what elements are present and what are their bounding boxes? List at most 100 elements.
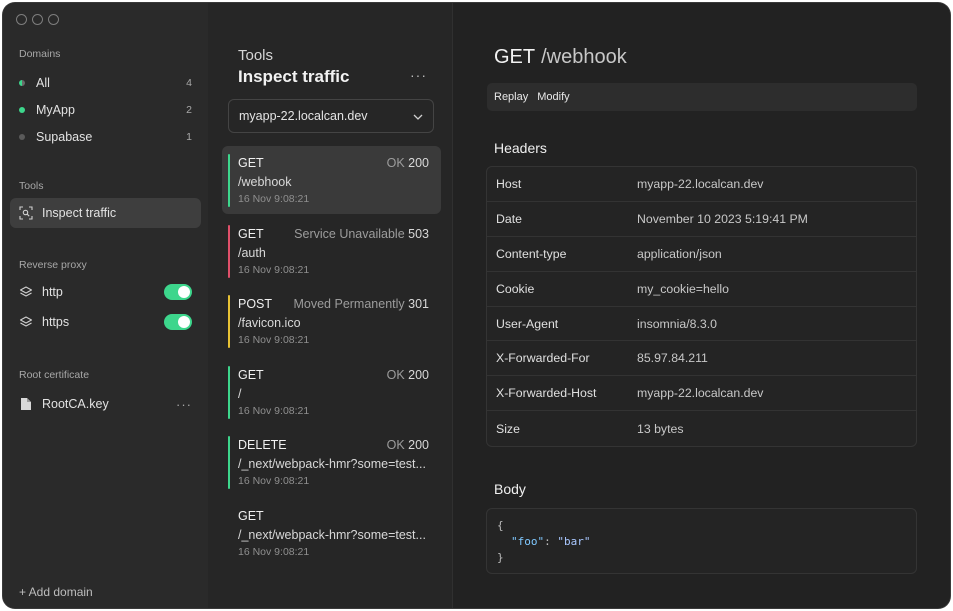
request-status: Service Unavailable 503 <box>294 227 429 241</box>
close-window-button[interactable] <box>16 14 27 25</box>
request-path: / <box>238 387 242 401</box>
header-value: 85.97.84.211 <box>637 351 708 366</box>
request-status: OK 200 <box>386 368 429 382</box>
https-toggle[interactable] <box>164 314 192 330</box>
table-row: Date November 10 2023 5:19:41 PM <box>487 202 916 237</box>
request-time: 16 Nov 9:08:21 <box>238 334 310 346</box>
domain-count: 4 <box>186 77 192 89</box>
reverse-proxy-section-title: Reverse proxy <box>19 259 87 271</box>
status-dot-icon <box>19 134 25 140</box>
status-bar <box>228 154 230 207</box>
domain-select[interactable]: myapp-22.localcan.dev <box>228 99 434 133</box>
cert-more-button[interactable]: ··· <box>176 397 192 412</box>
table-row: X-Forwarded-Host myapp-22.localcan.dev <box>487 376 916 412</box>
modify-button[interactable]: Modify <box>537 91 569 103</box>
layers-icon <box>19 315 33 329</box>
domain-count: 2 <box>186 104 192 116</box>
header-key: X-Forwarded-For <box>496 351 590 366</box>
sidebar-item-rootca[interactable]: RootCA.key ··· <box>10 390 201 418</box>
sidebar-item-label: Inspect traffic <box>42 206 117 220</box>
request-item[interactable]: POST Moved Permanently 301 /favicon.ico … <box>222 287 441 355</box>
request-item[interactable]: DELETE OK 200 /_next/webpack-hmr?some=te… <box>222 428 441 496</box>
sidebar-item-label: MyApp <box>36 103 75 117</box>
body-close-brace: } <box>497 551 504 564</box>
status-bar <box>228 295 230 348</box>
sidebar: Domains All 4 MyApp 2 Supabase 1 Tools I… <box>3 3 208 608</box>
header-key: Content-type <box>496 246 567 261</box>
tools-section-title: Tools <box>19 180 44 192</box>
request-time: 16 Nov 9:08:21 <box>238 264 310 276</box>
sidebar-item-http[interactable]: http <box>10 278 201 306</box>
domain-select-value: myapp-22.localcan.dev <box>239 109 368 123</box>
replay-button[interactable]: Replay <box>494 91 528 103</box>
header-value: 13 bytes <box>637 421 684 436</box>
body-value: "bar" <box>557 535 591 548</box>
request-list-panel: Tools Inspect traffic ··· myapp-22.local… <box>208 3 453 608</box>
panel-subtitle: Tools <box>238 47 274 64</box>
body-viewer[interactable]: { "foo": "bar" } <box>486 508 917 574</box>
body-key: "foo" <box>511 535 545 548</box>
request-item[interactable]: GET /_next/webpack-hmr?some=test... 16 N… <box>222 499 441 567</box>
headers-table: Host myapp-22.localcan.dev Date November 1… <box>486 166 917 448</box>
header-key: Cookie <box>496 281 535 296</box>
http-toggle[interactable] <box>164 284 192 300</box>
header-value: November 10 2023 5:19:41 PM <box>637 211 808 226</box>
sidebar-item-inspect-traffic[interactable]: Inspect traffic <box>10 198 201 228</box>
sidebar-item-https[interactable]: https <box>10 308 201 336</box>
header-key: X-Forwarded-Host <box>496 386 597 401</box>
window-controls <box>16 14 59 25</box>
app-window: Domains All 4 MyApp 2 Supabase 1 Tools I… <box>3 3 950 608</box>
table-row: X-Forwarded-For 85.97.84.211 <box>487 341 916 377</box>
sidebar-item-label: RootCA.key <box>42 397 109 411</box>
sidebar-item-all[interactable]: All 4 <box>10 69 201 97</box>
table-row: Content-type application/json <box>487 237 916 272</box>
sidebar-item-label: All <box>36 76 50 90</box>
minimize-window-button[interactable] <box>32 14 43 25</box>
add-domain-button[interactable]: + Add domain <box>19 585 93 599</box>
request-status: Moved Permanently 301 <box>293 297 429 311</box>
header-value: insomnia/8.3.0 <box>637 316 717 331</box>
request-path: /webhook <box>238 175 292 189</box>
header-key: Date <box>496 211 522 226</box>
request-time: 16 Nov 9:08:21 <box>238 193 310 205</box>
header-value: myapp-22.localcan.dev <box>637 386 764 401</box>
sidebar-item-myapp[interactable]: MyApp 2 <box>10 96 201 124</box>
body-line: "foo": "bar" <box>497 534 906 550</box>
header-value: my_cookie=hello <box>637 281 729 296</box>
inspect-icon <box>19 206 33 220</box>
request-detail-panel: GET/webhook Replay Modify Headers Host my… <box>453 3 950 608</box>
table-row: Host myapp-22.localcan.dev <box>487 167 916 202</box>
status-bar <box>228 436 230 489</box>
header-value: myapp-22.localcan.dev <box>637 176 764 191</box>
domains-section-title: Domains <box>19 48 61 60</box>
header-key: Host <box>496 176 522 191</box>
panel-more-button[interactable]: ··· <box>410 67 427 83</box>
request-method: GET <box>238 156 264 170</box>
chevron-down-icon <box>413 109 423 123</box>
request-method: POST <box>238 297 273 311</box>
sidebar-item-label: Supabase <box>36 130 93 144</box>
root-certificate-section-title: Root certificate <box>19 369 90 381</box>
request-title-path: /webhook <box>541 46 627 68</box>
request-method: GET <box>238 368 264 382</box>
table-row: User-Agent insomnia/8.3.0 <box>487 307 916 342</box>
sidebar-item-label: https <box>42 315 70 329</box>
request-title: GET/webhook <box>494 46 627 69</box>
panel-title: Inspect traffic <box>238 67 350 86</box>
request-toolbar: Replay Modify <box>487 83 917 111</box>
sidebar-item-supabase[interactable]: Supabase 1 <box>10 123 201 151</box>
body-title: Body <box>494 481 526 497</box>
header-value: application/json <box>637 246 722 261</box>
request-time: 16 Nov 9:08:21 <box>238 546 310 558</box>
request-item[interactable]: GET OK 200 /webhook 16 Nov 9:08:21 <box>222 146 441 214</box>
request-path: /favicon.ico <box>238 316 301 330</box>
request-item[interactable]: GET Service Unavailable 503 /auth 16 Nov… <box>222 217 441 285</box>
zoom-window-button[interactable] <box>48 14 59 25</box>
sidebar-item-label: http <box>42 285 63 299</box>
table-row: Cookie my_cookie=hello <box>487 272 916 307</box>
body-separator: : <box>544 535 558 548</box>
status-bar <box>228 225 230 278</box>
request-path: /_next/webpack-hmr?some=test... <box>238 457 426 471</box>
status-dot-icon <box>19 80 25 86</box>
request-item[interactable]: GET OK 200 / 16 Nov 9:08:21 <box>222 358 441 426</box>
